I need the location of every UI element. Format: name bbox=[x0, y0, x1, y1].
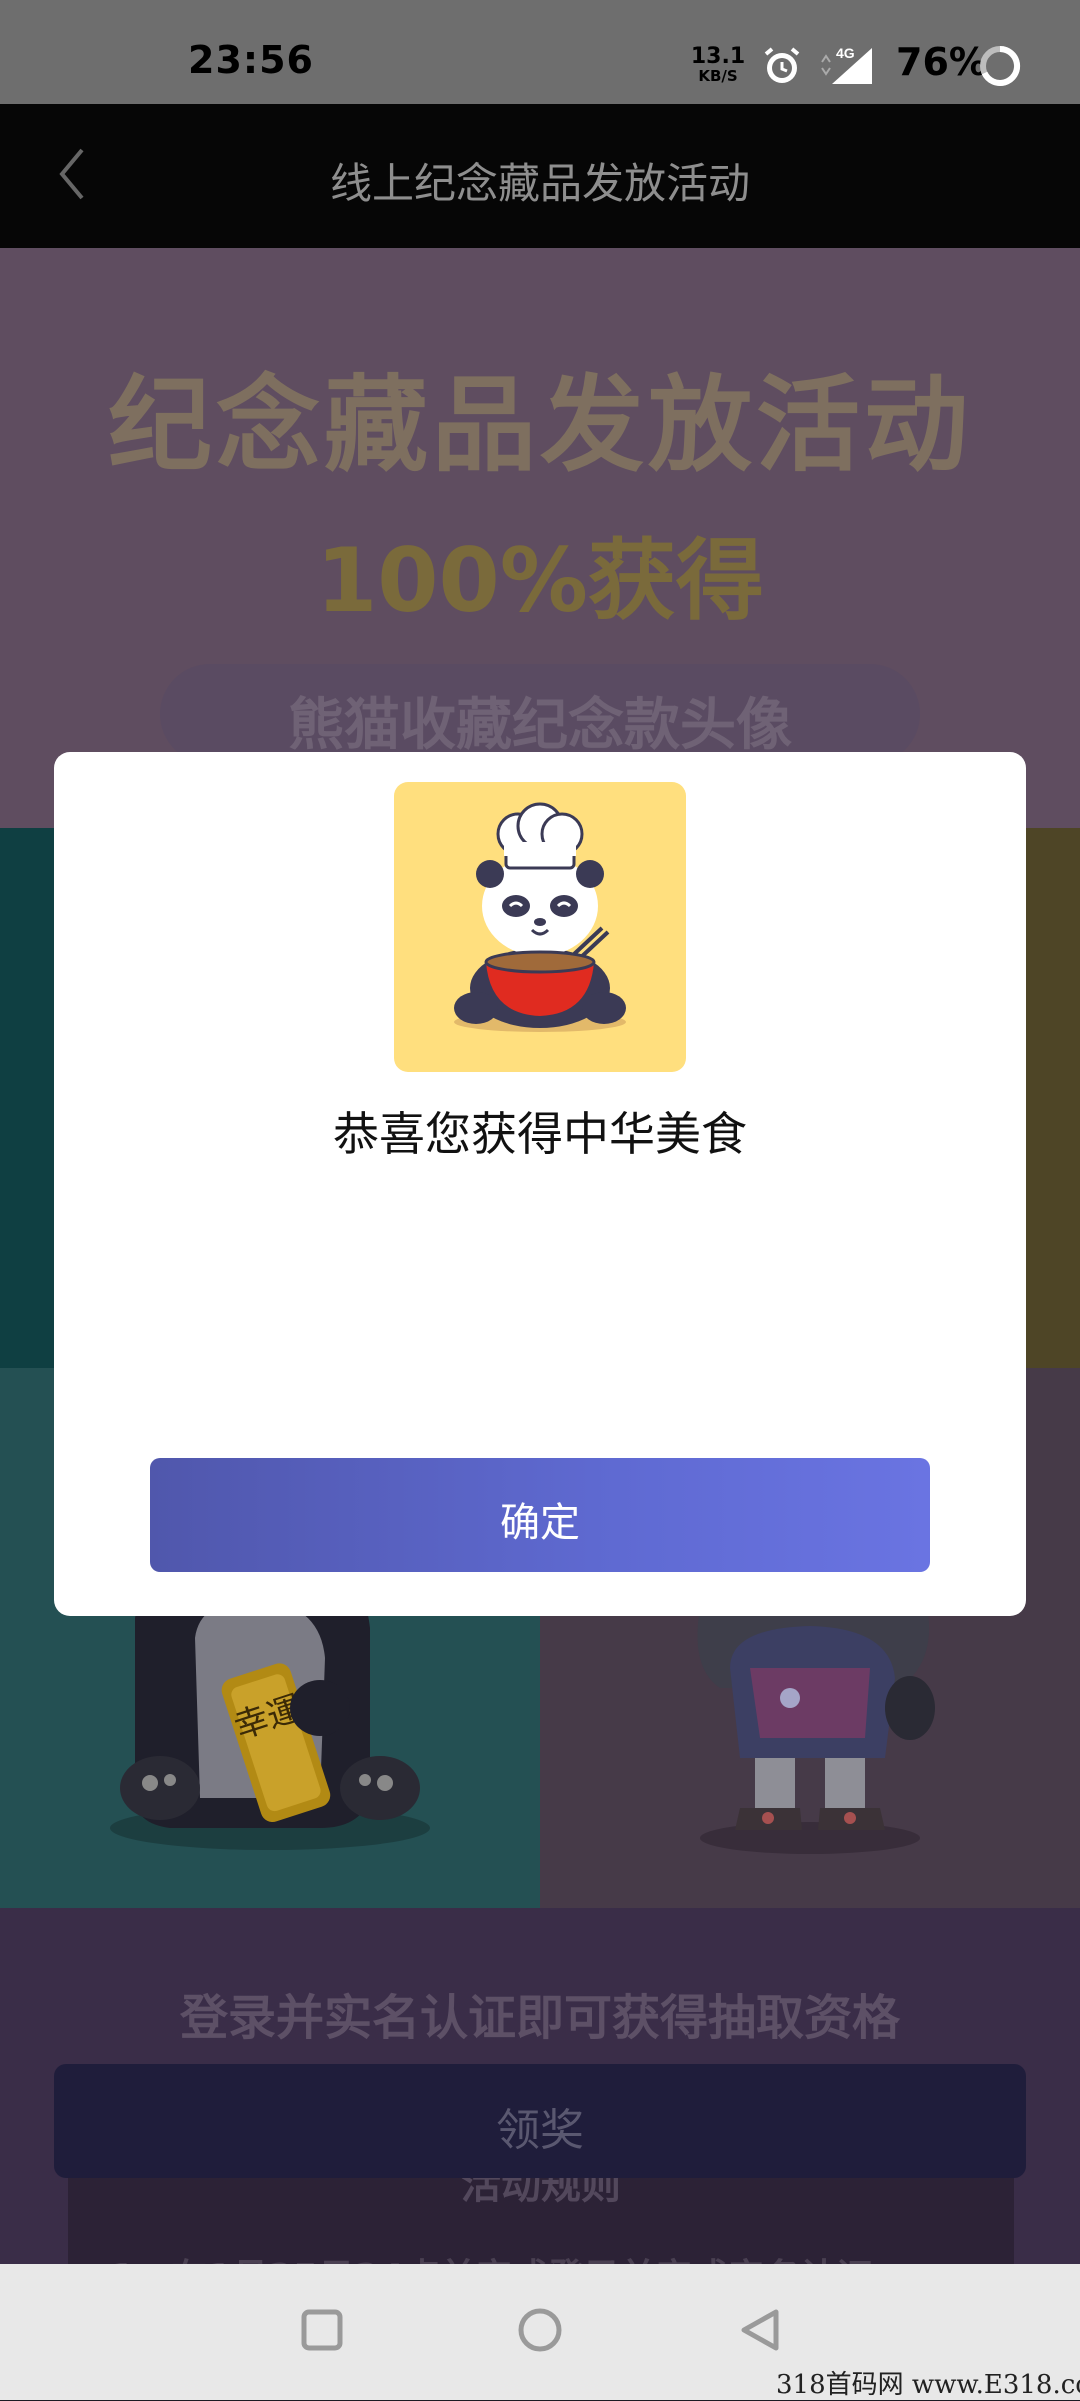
battery-percentage: 76% bbox=[896, 40, 987, 84]
prize-message: 恭喜您获得中华美食 bbox=[333, 1107, 747, 1161]
status-time: 23:56 bbox=[188, 38, 314, 82]
back-triangle-icon[interactable] bbox=[730, 2300, 790, 2360]
chef-panda-image bbox=[454, 802, 626, 1032]
signal-icon: 4G bbox=[821, 45, 872, 84]
home-circle-icon[interactable] bbox=[510, 2300, 570, 2360]
watermark-text: 318首码网 www.E318.com bbox=[776, 2370, 1080, 2400]
confirm-button-label: 确定 bbox=[500, 1500, 580, 1546]
hero-subtitle: 100%获得 bbox=[316, 529, 764, 632]
recent-apps-icon[interactable] bbox=[292, 2300, 352, 2360]
hero-title: 纪念藏品发放活动 bbox=[107, 364, 972, 486]
qualification-text: 登录并实名认证即可获得抽取资格 bbox=[179, 1990, 900, 2046]
page-title: 线上纪念藏品发放活动 bbox=[329, 159, 750, 208]
network-speed-value: 13.1 bbox=[690, 44, 746, 69]
prize-image bbox=[394, 782, 686, 1072]
network-type-label: 4G bbox=[836, 45, 855, 61]
network-speed-unit: KB/S bbox=[698, 67, 738, 85]
avatar-pill-label: 熊猫收藏纪念款头像 bbox=[288, 693, 792, 758]
claim-prize-label: 领奖 bbox=[496, 2105, 584, 2156]
battery-ring-icon bbox=[980, 45, 1021, 86]
network-speed: 13.1 KB/S bbox=[690, 44, 746, 85]
alarm-icon bbox=[764, 47, 800, 83]
